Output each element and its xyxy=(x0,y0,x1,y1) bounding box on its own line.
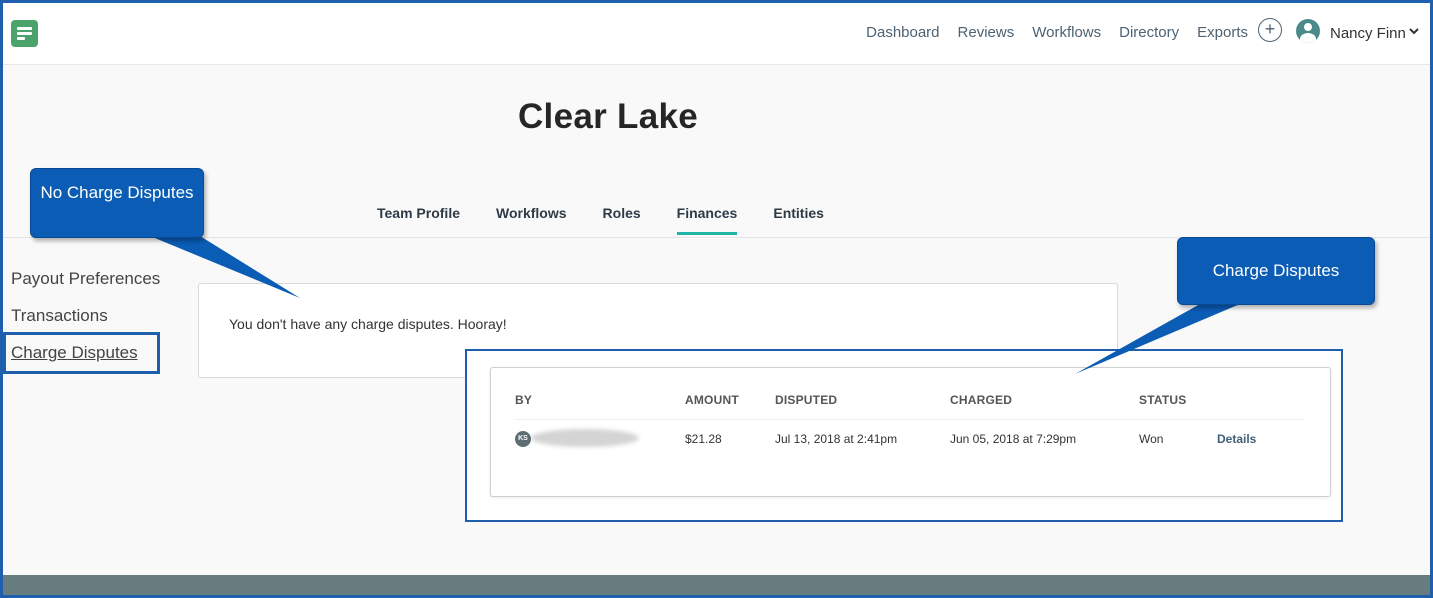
callout-charge-disputes: Charge Disputes xyxy=(1177,237,1375,305)
callout-pointer-disputes xyxy=(1075,304,1240,374)
callout-pointer-no-disputes xyxy=(150,236,300,298)
callout-no-charge-disputes: No Charge Disputes xyxy=(30,168,204,238)
